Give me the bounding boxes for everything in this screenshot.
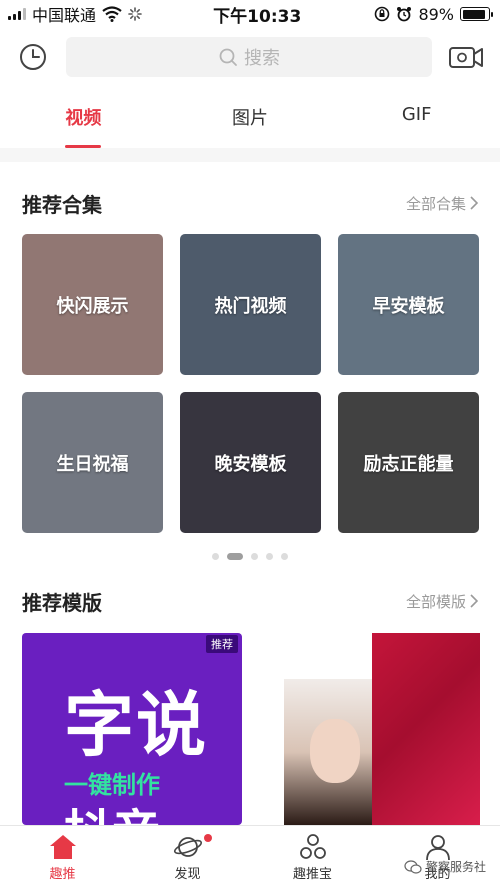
bottom-navigation: 趣推 发现 趣推宝 我的 bbox=[0, 825, 500, 889]
search-input[interactable]: 搜索 bbox=[66, 37, 432, 77]
nav-discover[interactable]: 发现 bbox=[125, 826, 250, 889]
all-collections-link[interactable]: 全部合集 bbox=[406, 193, 478, 214]
collection-label: 励志正能量 bbox=[363, 453, 454, 475]
collection-card-hot-video[interactable]: 热门视频 bbox=[180, 234, 321, 375]
tab-image[interactable]: 图片 bbox=[167, 92, 334, 148]
collections-header: 推荐合集 全部合集 bbox=[22, 188, 478, 218]
page-dot bbox=[266, 553, 273, 560]
recommend-badge: 推荐 bbox=[206, 635, 238, 653]
templates-row: 推荐 字说 一键制作 抖音 bbox=[22, 633, 480, 825]
rotation-lock-icon bbox=[375, 6, 390, 22]
camera-button[interactable] bbox=[446, 40, 486, 74]
portrait-photo bbox=[284, 679, 380, 825]
all-templates-link[interactable]: 全部模版 bbox=[406, 591, 478, 612]
search-icon bbox=[219, 48, 237, 66]
signal-icon bbox=[8, 8, 26, 20]
nav-home[interactable]: 趣推 bbox=[0, 826, 125, 889]
search-placeholder: 搜索 bbox=[244, 48, 280, 69]
notification-dot bbox=[204, 834, 212, 842]
collection-label: 快闪展示 bbox=[56, 295, 129, 317]
home-icon bbox=[49, 835, 76, 859]
collection-label: 晚安模板 bbox=[214, 453, 287, 475]
templates-header: 推荐模版 全部模版 bbox=[22, 586, 478, 616]
collection-card-inspiration[interactable]: 励志正能量 bbox=[338, 392, 479, 533]
collection-card-birthday[interactable]: 生日祝福 bbox=[22, 392, 163, 533]
history-button[interactable] bbox=[16, 40, 50, 74]
template-card-portrait[interactable] bbox=[284, 633, 480, 825]
collections-title: 推荐合集 bbox=[22, 192, 102, 217]
collection-label: 生日祝福 bbox=[56, 453, 129, 475]
templates-title: 推荐模版 bbox=[22, 590, 102, 615]
clock-icon bbox=[20, 44, 46, 70]
poster-title-text: 字说 bbox=[64, 684, 208, 766]
poster-bottom-text: 抖音 bbox=[64, 793, 160, 825]
media-type-tabs: 视频 图片 GIF bbox=[0, 92, 500, 148]
page-dot bbox=[227, 553, 243, 560]
tab-gif[interactable]: GIF bbox=[333, 92, 500, 148]
status-bar: 中国联通 下午10:33 89% bbox=[0, 0, 500, 28]
alarm-icon bbox=[397, 7, 412, 22]
person-icon bbox=[425, 835, 450, 861]
tab-video[interactable]: 视频 bbox=[0, 92, 167, 148]
chevron-right-icon bbox=[470, 594, 478, 608]
loading-icon bbox=[128, 7, 142, 21]
page-dot bbox=[251, 553, 258, 560]
carousel-page-indicator bbox=[0, 553, 500, 560]
collections-grid: 快闪展示 热门视频 早安模板 生日祝福 晚安模板 励志正能量 bbox=[22, 234, 480, 533]
red-hair-photo bbox=[372, 633, 480, 825]
wechat-icon bbox=[404, 859, 422, 874]
nav-treasure-label: 趣推宝 bbox=[292, 867, 332, 882]
nav-discover-label: 发现 bbox=[174, 867, 201, 882]
portrait-face bbox=[310, 719, 360, 783]
watermark-text: 警察服务社 bbox=[425, 860, 486, 874]
nav-treasure[interactable]: 趣推宝 bbox=[250, 826, 375, 889]
watermark: 警察服务社 bbox=[404, 858, 486, 875]
top-header: 搜索 bbox=[0, 34, 500, 80]
page-dot bbox=[212, 553, 219, 560]
collection-label: 热门视频 bbox=[214, 295, 287, 317]
molecule-icon bbox=[299, 834, 326, 859]
collection-label: 早安模板 bbox=[372, 295, 445, 317]
collection-card-flash[interactable]: 快闪展示 bbox=[22, 234, 163, 375]
all-templates-label: 全部模版 bbox=[405, 592, 466, 611]
battery-percent: 89% bbox=[418, 4, 454, 24]
wifi-icon bbox=[102, 6, 122, 22]
video-camera-icon bbox=[449, 47, 483, 68]
template-card-text-poster[interactable]: 推荐 字说 一键制作 抖音 bbox=[22, 633, 242, 825]
all-collections-label: 全部合集 bbox=[405, 194, 466, 213]
collection-card-good-night[interactable]: 晚安模板 bbox=[180, 392, 321, 533]
planet-icon bbox=[173, 837, 202, 857]
collection-card-good-morning[interactable]: 早安模板 bbox=[338, 234, 479, 375]
carrier-label: 中国联通 bbox=[32, 6, 97, 25]
battery-icon bbox=[460, 7, 493, 21]
section-divider bbox=[0, 148, 500, 162]
status-time: 下午10:33 bbox=[213, 6, 302, 27]
chevron-right-icon bbox=[470, 196, 478, 210]
page-dot bbox=[281, 553, 288, 560]
nav-home-label: 趣推 bbox=[49, 867, 76, 882]
